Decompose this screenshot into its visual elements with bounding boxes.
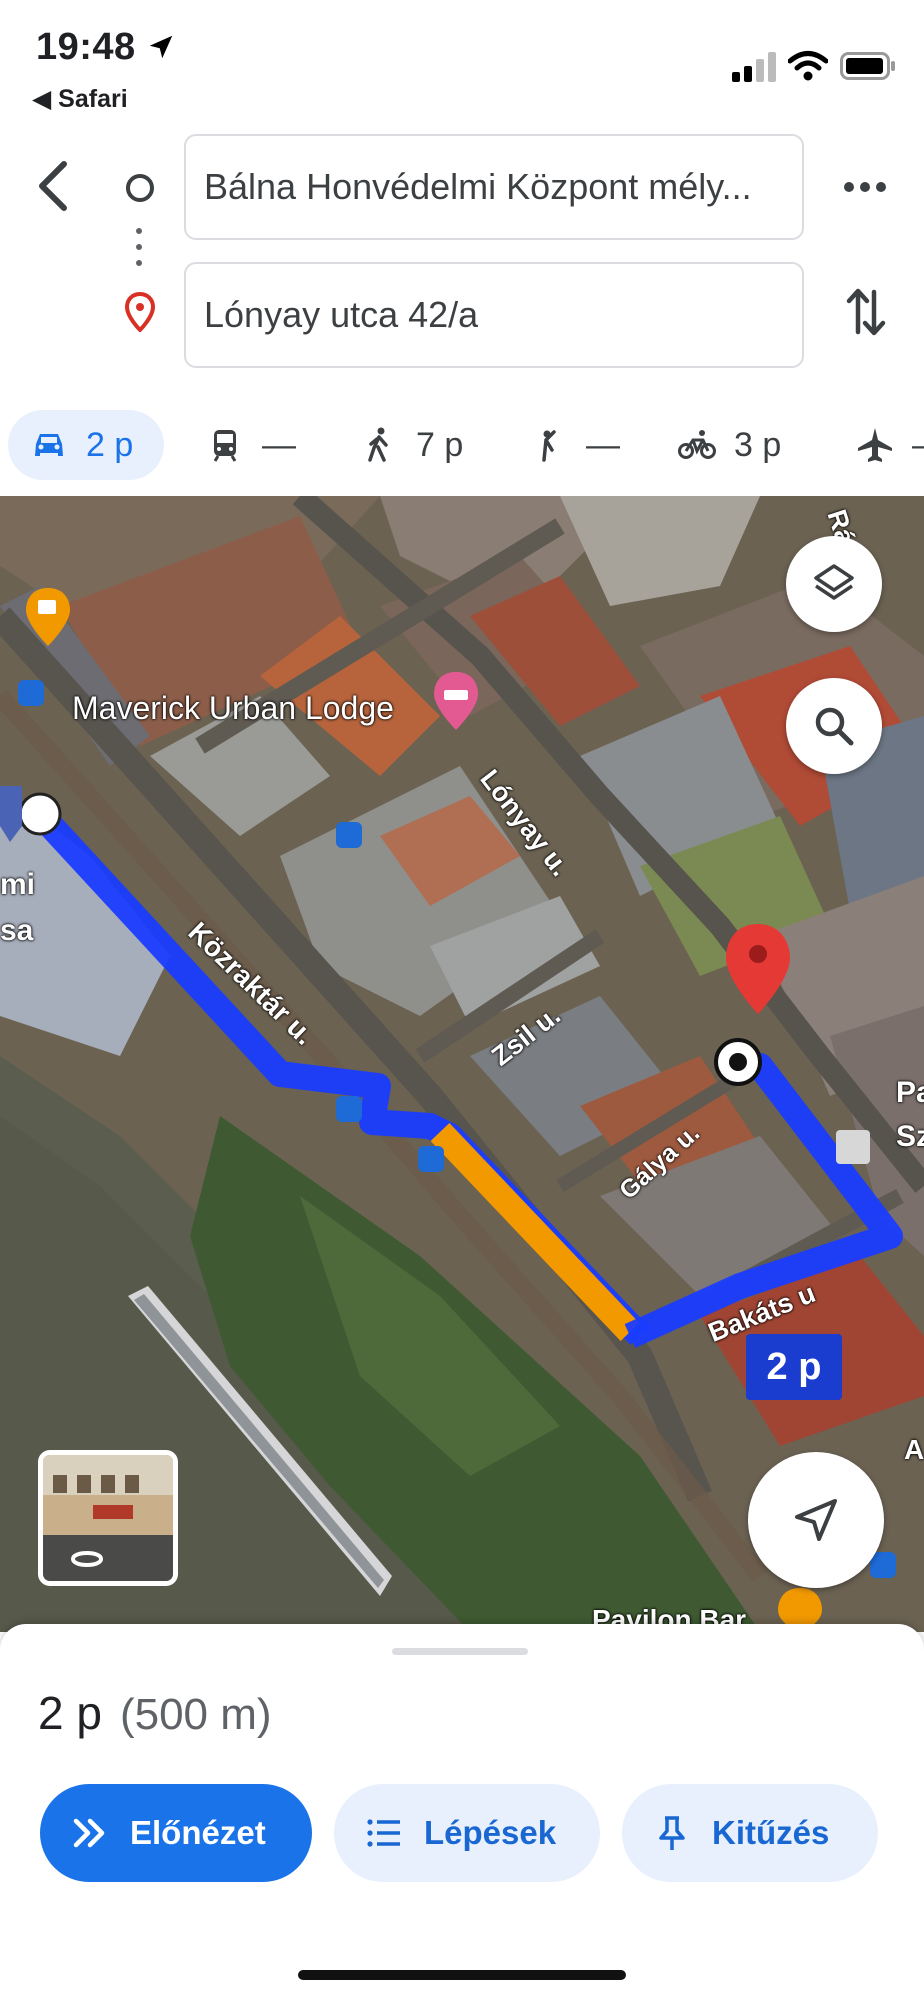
- airplane-icon: [858, 428, 892, 462]
- car-icon: [35, 434, 63, 456]
- pin-button[interactable]: Kitűzés: [622, 1784, 878, 1882]
- recenter-button[interactable]: [748, 1452, 884, 1588]
- tab-flight-value: —: [912, 426, 924, 465]
- route-summary-sheet: 2 p (500 m) Előnézet Lépések Kitűzés: [0, 1624, 924, 2000]
- walking-icon: [368, 427, 388, 462]
- tab-cycling-value: 3 p: [734, 425, 782, 464]
- origin-field[interactable]: Bálna Honvédelmi Központ mély...: [184, 134, 804, 240]
- back-arrow-icon[interactable]: [30, 156, 80, 216]
- preview-label: Előnézet: [130, 1814, 266, 1851]
- map-label-edge: sa: [0, 914, 34, 947]
- list-icon: [367, 1819, 400, 1847]
- street-view-thumbnail[interactable]: [38, 1450, 178, 1586]
- eta-badge: 2 p: [746, 1334, 842, 1400]
- status-bar: 19:48 ◀ Safari: [0, 0, 924, 124]
- pushpin-icon: [659, 1816, 685, 1850]
- wifi-icon: [788, 51, 828, 81]
- cellular-signal-icon: [732, 52, 776, 82]
- map-label-edge: Sz: [896, 1120, 924, 1153]
- ride-hail-icon: [542, 430, 556, 462]
- map-label-edge: A: [904, 1434, 924, 1465]
- back-to-safari[interactable]: ◀ Safari: [32, 84, 128, 114]
- home-indicator[interactable]: [298, 1970, 626, 1980]
- tab-flight[interactable]: —: [856, 410, 924, 480]
- preview-button[interactable]: Előnézet: [40, 1784, 312, 1882]
- map-view[interactable]: Maverick Urban Lodge Közraktár u. Lónyay…: [0, 496, 924, 1632]
- map-label-lodge[interactable]: Maverick Urban Lodge: [72, 690, 394, 727]
- tab-driving-value: 2 p: [86, 425, 134, 464]
- layers-icon: [814, 564, 854, 600]
- sheet-drag-handle[interactable]: [392, 1648, 528, 1655]
- travel-mode-tabs: 2 p — 7 p — 3 p —: [0, 404, 924, 496]
- bicycle-icon: [678, 430, 716, 459]
- tab-walking[interactable]: 7 p: [360, 410, 463, 480]
- origin-circle-icon: [126, 174, 154, 202]
- search-icon: [815, 707, 854, 746]
- pin-label: Kitűzés: [712, 1814, 830, 1851]
- tab-ride-value: —: [586, 425, 620, 464]
- swap-direction-icon[interactable]: [846, 284, 886, 340]
- route-distance: (500 m): [119, 1690, 272, 1739]
- layers-button[interactable]: [786, 536, 882, 632]
- tab-cycling[interactable]: 3 p: [678, 410, 781, 480]
- route-duration: 2 p: [38, 1687, 102, 1739]
- tab-transit-value: —: [262, 425, 296, 464]
- street-view-image: [43, 1455, 173, 1581]
- route-dots-icon: [136, 228, 144, 278]
- more-options-icon[interactable]: [842, 180, 888, 194]
- route-summary: 2 p (500 m): [38, 1686, 272, 1740]
- destination-field[interactable]: Lónyay utca 42/a: [184, 262, 804, 368]
- map-label-edge: Pa: [896, 1076, 924, 1109]
- destination-pin-icon: [124, 292, 156, 332]
- tab-walking-value: 7 p: [416, 425, 464, 464]
- status-time: 19:48: [36, 26, 136, 68]
- steps-button[interactable]: Lépések: [334, 1784, 600, 1882]
- search-along-route-button[interactable]: [786, 678, 882, 774]
- location-arrow-icon: [149, 35, 173, 59]
- destination-text: Lónyay utca 42/a: [204, 294, 479, 335]
- directions-header: Bálna Honvédelmi Központ mély... Lónyay …: [0, 124, 924, 404]
- double-chevron-icon: [73, 1818, 105, 1848]
- origin-text: Bálna Honvédelmi Központ mély...: [204, 166, 752, 207]
- steps-label: Lépések: [424, 1814, 557, 1851]
- tab-ride[interactable]: —: [530, 410, 620, 480]
- navigation-arrow-icon: [795, 1499, 837, 1541]
- train-icon: [213, 430, 237, 462]
- map-label-edge: mi: [0, 868, 36, 901]
- tab-driving[interactable]: 2 p: [8, 410, 164, 480]
- tab-transit[interactable]: —: [206, 410, 296, 480]
- battery-icon: [840, 52, 895, 80]
